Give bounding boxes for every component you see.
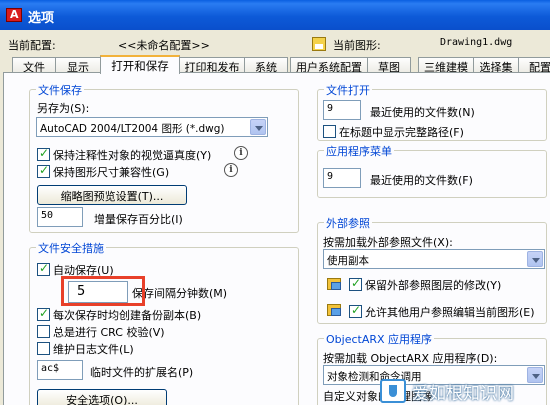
tab-drafting[interactable]: 草图 bbox=[367, 57, 411, 74]
backup-label: 每次保存时均创建备份副本(B) bbox=[53, 309, 202, 322]
current-drawing-value: Drawing1.dwg bbox=[440, 37, 513, 48]
backup-checkbox[interactable] bbox=[37, 306, 50, 321]
chevron-down-icon[interactable] bbox=[250, 119, 266, 135]
file-open-title: 文件打开 bbox=[324, 82, 372, 98]
xref-load-label: 按需加载外部参照文件(X): bbox=[323, 236, 453, 249]
allow-xref-edit-label: 允许其他用户参照编辑当前图形(E) bbox=[365, 306, 535, 319]
app-menu-recent-input[interactable]: 9 bbox=[323, 168, 361, 188]
tab-3d-modeling[interactable]: 三维建模 bbox=[418, 57, 474, 74]
full-path-label: 在标题中显示完整路径(F) bbox=[339, 126, 464, 139]
chevron-down-icon[interactable] bbox=[527, 251, 543, 267]
current-profile-value: <<未命名配置>> bbox=[118, 39, 210, 52]
tab-user-preferences[interactable]: 用户系统配置 bbox=[290, 57, 368, 74]
watermark-logo-icon bbox=[380, 379, 406, 403]
tab-display[interactable]: 显示 bbox=[55, 57, 101, 74]
save-as-select[interactable]: AutoCAD 2004/LT2004 图形 (*.dwg) bbox=[36, 117, 268, 137]
keep-annotative-label: 保持注释性对象的视觉逼真度(Y) bbox=[53, 149, 212, 162]
security-options-button[interactable]: 安全选项(O)... bbox=[37, 389, 167, 405]
retain-xref-changes-label: 保留外部参照图层的修改(Y) bbox=[365, 279, 502, 292]
xref-layer-icon bbox=[326, 275, 342, 291]
tab-strip: 文件 显示 打开和保存 打印和发布 系统 用户系统配置 草图 三维建模 选择集 … bbox=[0, 55, 550, 74]
keep-drawing-size-label: 保持图形尺寸兼容性(G) bbox=[53, 166, 170, 179]
app-menu-title: 应用程序菜单 bbox=[324, 143, 394, 159]
file-save-title: 文件保存 bbox=[36, 82, 84, 98]
xref-load-value: 使用副本 bbox=[327, 255, 369, 267]
current-drawing-label: 当前图形: bbox=[333, 39, 381, 52]
title-bar: 选项 bbox=[0, 0, 550, 30]
file-safety-title: 文件安全措施 bbox=[36, 240, 106, 256]
xref-edit-icon bbox=[326, 301, 342, 317]
save-as-label: 另存为(S): bbox=[37, 102, 90, 115]
app-menu-recent-label: 最近使用的文件数(F) bbox=[370, 174, 473, 187]
keep-drawing-size-checkbox[interactable] bbox=[37, 163, 50, 178]
save-as-value: AutoCAD 2004/LT2004 图形 (*.dwg) bbox=[40, 123, 225, 135]
keep-annotative-checkbox[interactable] bbox=[37, 146, 50, 161]
profile-header: 当前配置: <<未命名配置>> 当前图形: Drawing1.dwg bbox=[0, 35, 550, 53]
incremental-save-input[interactable]: 50 bbox=[37, 207, 83, 227]
site-watermark: 爱如根知识网 bbox=[380, 375, 550, 405]
xref-load-select[interactable]: 使用副本 bbox=[323, 249, 545, 269]
log-file-checkbox[interactable] bbox=[37, 342, 50, 355]
tab-plot-and-publish[interactable]: 打印和发布 bbox=[179, 57, 245, 74]
temp-ext-input[interactable]: ac$ bbox=[37, 360, 83, 380]
log-file-label: 维护日志文件(L) bbox=[53, 343, 134, 356]
watermark-text: 爱如根知识网 bbox=[412, 384, 514, 404]
highlight-box bbox=[61, 276, 145, 306]
tab-selection[interactable]: 选择集 bbox=[473, 57, 519, 74]
retain-xref-changes-checkbox[interactable] bbox=[349, 276, 362, 291]
crc-label: 总是进行 CRC 校验(V) bbox=[53, 326, 165, 339]
xref-title: 外部参照 bbox=[324, 215, 372, 231]
objectarx-title: ObjectARX 应用程序 bbox=[324, 331, 435, 347]
window-title: 选项 bbox=[28, 11, 55, 26]
objectarx-load-label: 按需加载 ObjectARX 应用程序(D): bbox=[323, 352, 498, 365]
crc-checkbox[interactable] bbox=[37, 325, 50, 338]
recent-files-input[interactable]: 9 bbox=[323, 100, 361, 120]
autocad-app-icon bbox=[6, 8, 22, 22]
incremental-save-label: 增量保存百分比(I) bbox=[94, 213, 183, 226]
temp-ext-label: 临时文件的扩展名(P) bbox=[90, 366, 194, 379]
allow-xref-edit-checkbox[interactable] bbox=[349, 303, 362, 318]
thumbnail-settings-button[interactable]: 缩略图预览设置(T)... bbox=[37, 185, 187, 205]
recent-files-label: 最近使用的文件数(N) bbox=[370, 106, 475, 119]
tab-profiles[interactable]: 配置 bbox=[518, 57, 550, 74]
full-path-checkbox[interactable] bbox=[323, 125, 336, 138]
tab-system[interactable]: 系统 bbox=[244, 57, 288, 74]
autosave-checkbox[interactable] bbox=[37, 261, 50, 276]
drawing-file-icon bbox=[312, 37, 326, 51]
autosave-interval-label: 保存间隔分钟数(M) bbox=[132, 287, 228, 300]
info-icon[interactable]: i bbox=[234, 146, 248, 160]
tab-files[interactable]: 文件 bbox=[12, 57, 56, 74]
tab-open-and-save[interactable]: 打开和保存 bbox=[100, 55, 180, 74]
current-profile-label: 当前配置: bbox=[8, 39, 56, 52]
info-icon[interactable]: i bbox=[224, 163, 238, 177]
